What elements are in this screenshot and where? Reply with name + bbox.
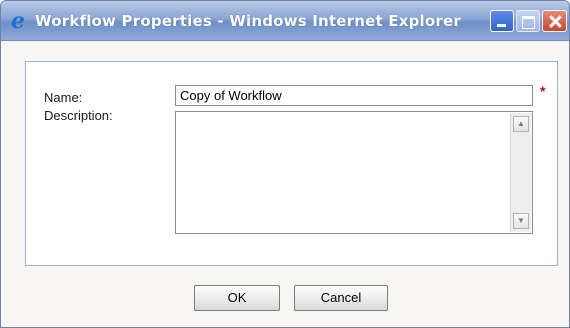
name-label: Name: (44, 90, 83, 105)
properties-panel: Name: * Description: ▲ ▼ (25, 61, 558, 266)
title-bar[interactable]: e Workflow Properties - Windows Internet… (1, 1, 569, 41)
dialog-window: e Workflow Properties - Windows Internet… (0, 0, 570, 328)
ie-logo-icon: e (11, 8, 25, 34)
maximize-button[interactable] (516, 10, 540, 32)
description-field[interactable]: ▲ ▼ (175, 111, 533, 234)
window-title: Workflow Properties - Windows Internet E… (35, 12, 461, 30)
minimize-button[interactable] (490, 10, 514, 32)
close-button[interactable] (542, 10, 567, 32)
description-scrollbar[interactable]: ▲ ▼ (510, 113, 531, 232)
name-field[interactable] (175, 85, 533, 106)
scroll-down-icon[interactable]: ▼ (513, 213, 529, 229)
scroll-up-icon[interactable]: ▲ (513, 116, 529, 132)
required-marker: * (540, 83, 546, 99)
description-label: Description: (44, 108, 113, 123)
cancel-button[interactable]: Cancel (294, 285, 388, 311)
ok-button[interactable]: OK (194, 285, 280, 311)
